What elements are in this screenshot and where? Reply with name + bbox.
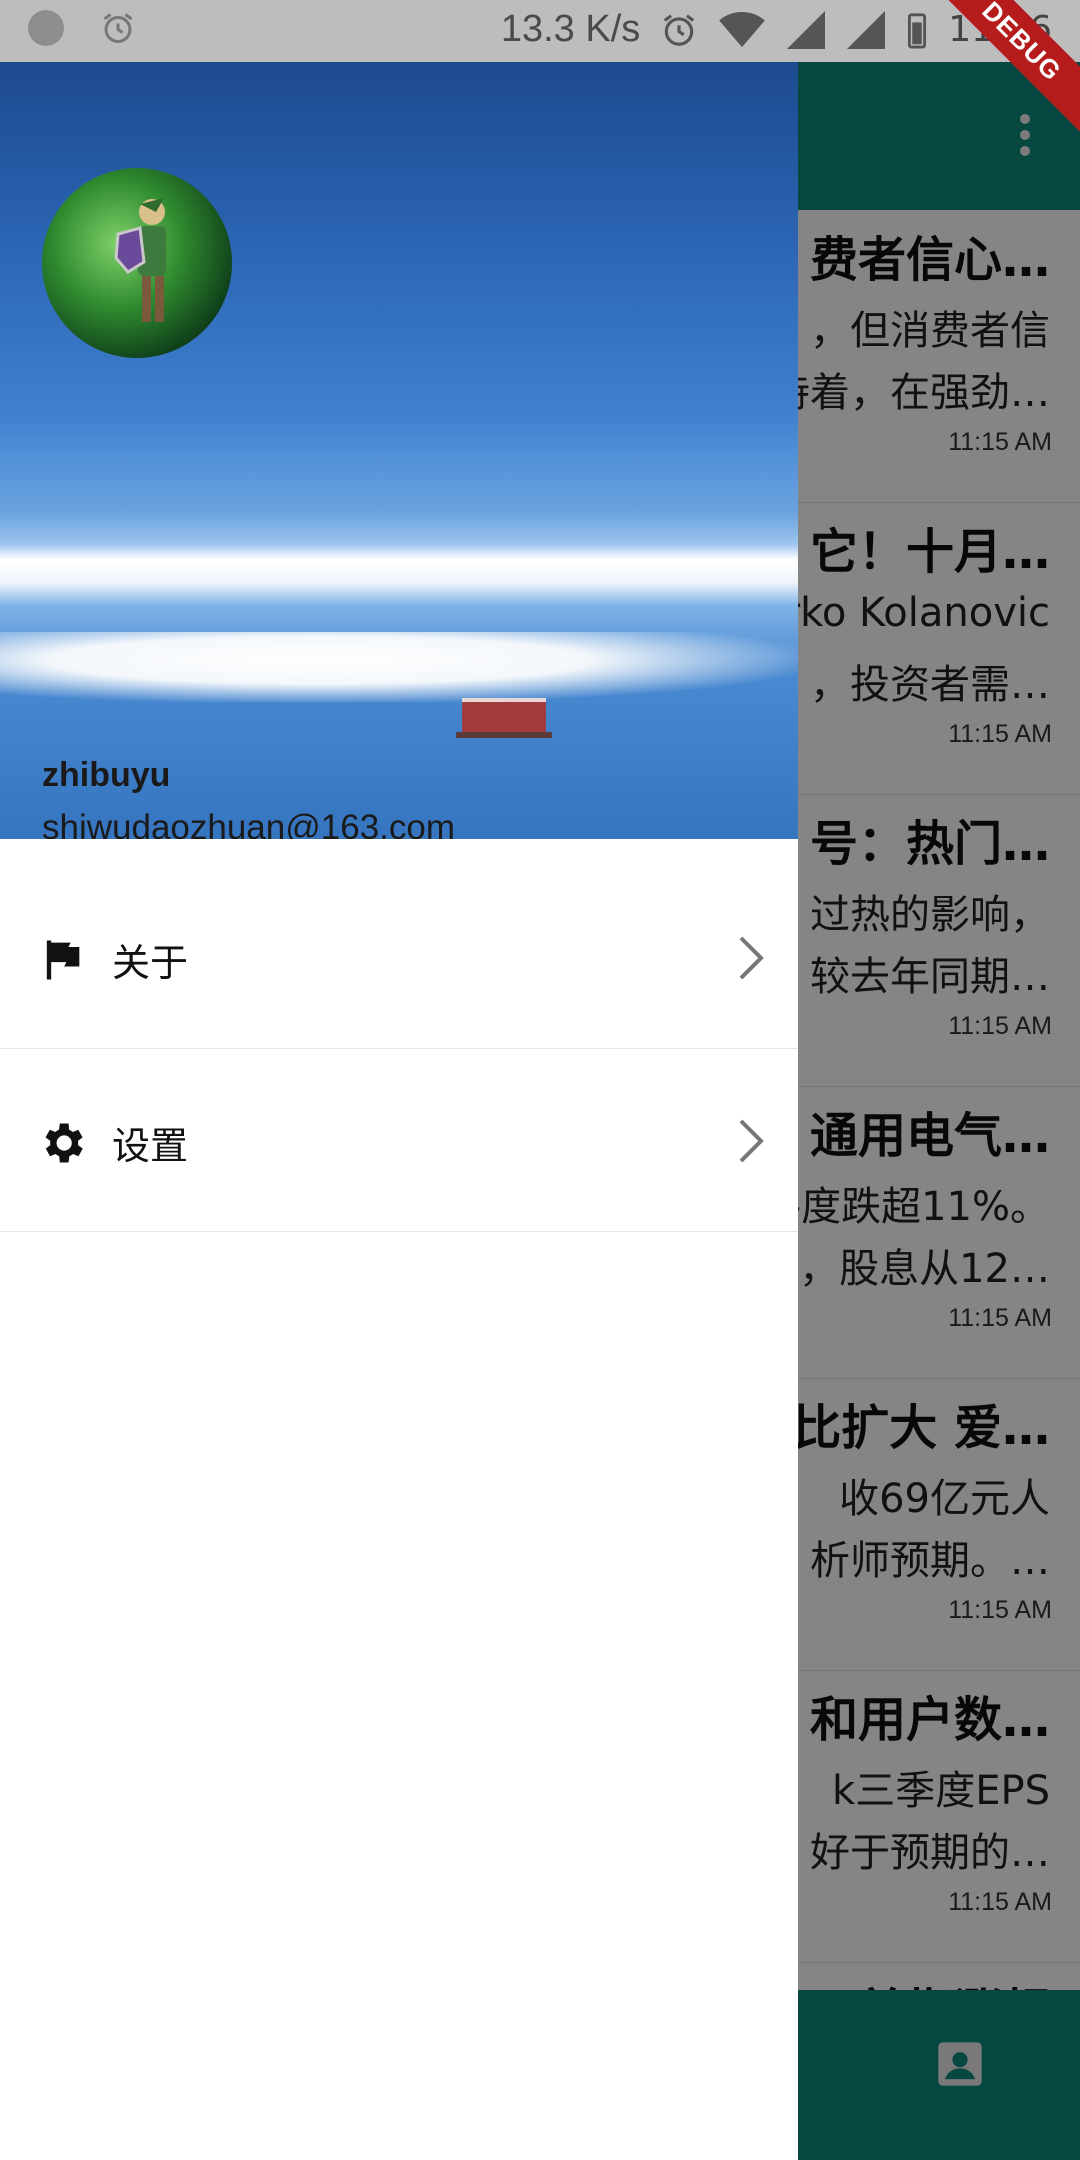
chevron-right-icon: [739, 936, 764, 980]
flag-icon: [46, 940, 80, 980]
account-email: shiwudaozhuan@163.com: [42, 808, 456, 839]
menu-item-label: 设置: [112, 1124, 189, 1168]
navigation-drawer: zhibuyu shiwudaozhuan@163.com 关于 设置: [0, 0, 798, 2160]
avatar[interactable]: [42, 168, 232, 358]
boat-image: [456, 698, 552, 738]
chevron-right-icon: [739, 1119, 764, 1163]
signal-icon: [847, 10, 886, 49]
notification-dot-icon: [28, 10, 64, 46]
network-speed: 13.3 K/s: [500, 8, 641, 50]
menu-item-settings[interactable]: 设置: [0, 1049, 798, 1232]
menu-item-about[interactable]: 关于: [0, 866, 798, 1049]
wifi-icon: [719, 11, 766, 47]
character-figure-icon: [114, 198, 166, 322]
cloud-bank: [0, 632, 798, 702]
gear-icon: [45, 1123, 83, 1163]
account-name: zhibuyu: [42, 756, 171, 794]
drawer-header: zhibuyu shiwudaozhuan@163.com: [0, 62, 798, 839]
status-bar: 13.3 K/s 11:26: [0, 0, 1080, 62]
battery-icon: [908, 12, 927, 49]
alarm-icon: [103, 13, 133, 43]
menu-item-label: 关于: [112, 941, 189, 985]
alarm-icon: [664, 13, 695, 46]
signal-icon: [787, 10, 826, 49]
